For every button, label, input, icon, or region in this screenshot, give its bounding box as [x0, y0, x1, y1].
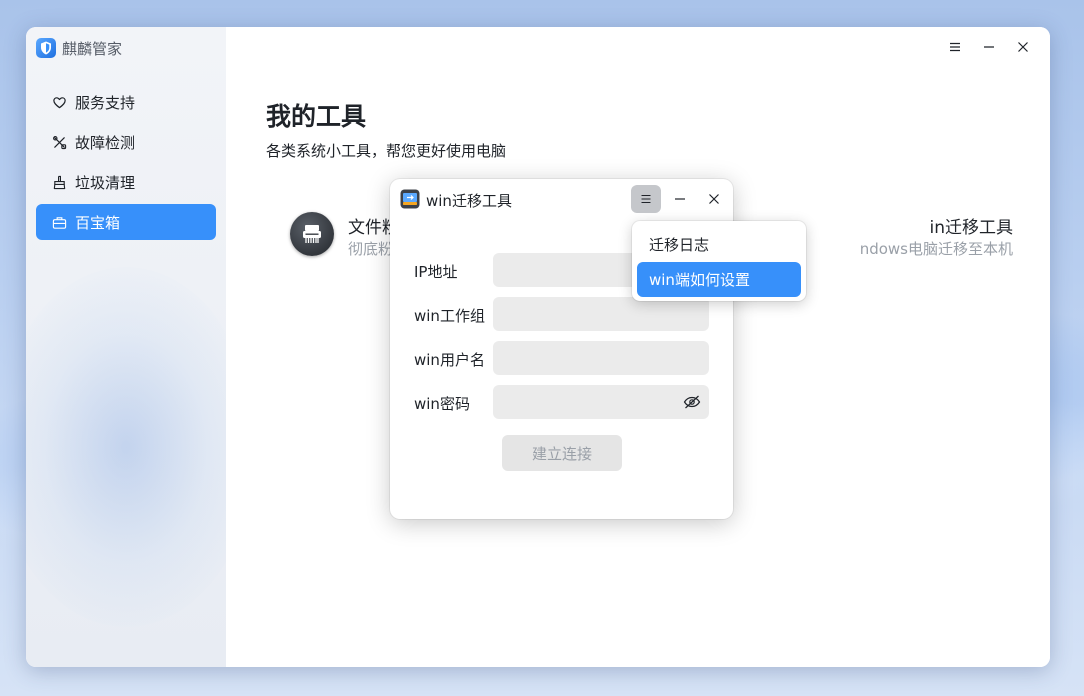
sidebar-item-label: 百宝箱	[75, 213, 121, 232]
toolbox-icon	[52, 216, 67, 229]
dialog-menu-button[interactable]	[631, 185, 661, 213]
menu-button[interactable]	[938, 37, 972, 57]
menu-item-win-setup-guide[interactable]: win端如何设置	[637, 262, 801, 297]
heart-icon	[53, 96, 66, 108]
sidebar-background-decoration	[26, 267, 226, 627]
workgroup-label: win工作组	[414, 307, 485, 325]
brand: 麒麟管家	[36, 38, 122, 58]
broom-icon	[53, 175, 66, 189]
close-icon	[709, 194, 719, 204]
shield-logo-icon	[36, 38, 56, 58]
form-row-workgroup: win工作组	[414, 297, 710, 331]
username-input[interactable]	[493, 341, 709, 375]
sidebar-nav: 服务支持 故障检测 垃圾清理 百宝箱	[36, 84, 216, 244]
minimize-icon	[984, 46, 994, 48]
sidebar-item-label: 垃圾清理	[75, 173, 136, 192]
page-title: 我的工具	[266, 102, 367, 131]
dialog-dropdown-menu: 迁移日志 win端如何设置	[632, 221, 806, 301]
sidebar-item-service-support[interactable]: 服务支持	[36, 84, 216, 120]
hamburger-icon	[950, 42, 960, 52]
username-label: win用户名	[414, 351, 485, 369]
sidebar-item-label: 故障检测	[75, 133, 136, 152]
tool-name: 文件粉碎	[348, 218, 392, 238]
dialog-close-button[interactable]	[699, 185, 729, 213]
form-row-username: win用户名	[414, 341, 710, 375]
sidebar-item-label: 服务支持	[75, 93, 136, 112]
eye-hidden-icon[interactable]	[683, 394, 701, 410]
sidebar-item-toolbox[interactable]: 百宝箱	[36, 204, 216, 240]
tools-icon	[53, 135, 67, 149]
minimize-icon	[675, 198, 685, 200]
page-subtitle: 各类系统小工具，帮您更好使用电脑	[266, 142, 507, 160]
sidebar: 麒麟管家 服务支持 故障检测 垃圾清理 百宝箱	[26, 27, 226, 667]
window-controls	[938, 37, 1040, 57]
form-row-password: win密码	[414, 385, 710, 419]
connect-button[interactable]: 建立连接	[502, 435, 622, 471]
hamburger-icon	[641, 194, 651, 204]
workgroup-input[interactable]	[493, 297, 709, 331]
tool-description: 彻底粉碎文件	[348, 240, 392, 258]
password-input[interactable]	[493, 385, 709, 419]
ip-address-label: IP地址	[414, 263, 458, 281]
close-icon	[1018, 42, 1028, 52]
dialog-minimize-button[interactable]	[665, 185, 695, 213]
menu-item-migration-log[interactable]: 迁移日志	[637, 227, 801, 262]
dialog-title: win迁移工具	[426, 192, 512, 210]
sidebar-item-fault-detection[interactable]: 故障检测	[36, 124, 216, 160]
app-name: 麒麟管家	[62, 39, 123, 58]
shredder-icon	[290, 212, 334, 256]
close-button[interactable]	[1006, 37, 1040, 57]
minimize-button[interactable]	[972, 37, 1006, 57]
migration-app-icon	[400, 189, 420, 209]
tool-name: in迁移工具	[929, 218, 1014, 238]
sidebar-item-junk-cleanup[interactable]: 垃圾清理	[36, 164, 216, 200]
password-label: win密码	[414, 395, 470, 413]
tool-description: ndows电脑迁移至本机	[859, 240, 1013, 258]
